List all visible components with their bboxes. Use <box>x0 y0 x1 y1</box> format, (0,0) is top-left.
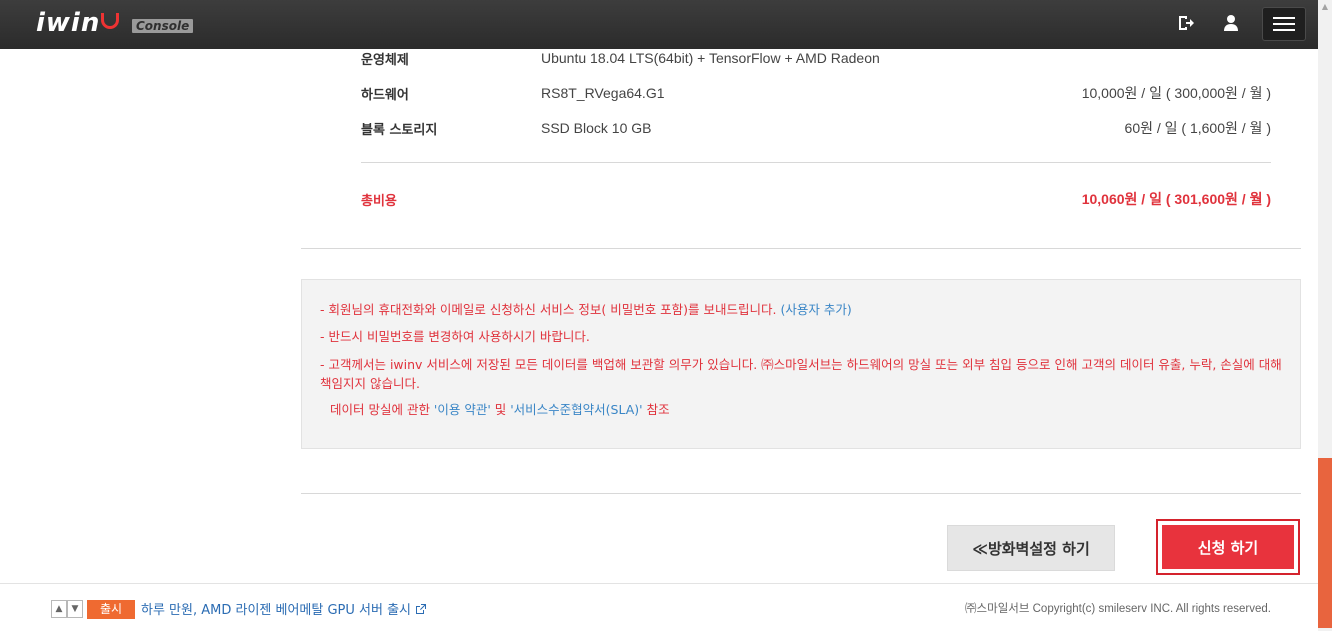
user-icon[interactable] <box>1222 14 1242 34</box>
total-label: 총비용 <box>361 193 397 209</box>
apply-button[interactable]: 신청 하기 <box>1162 525 1294 569</box>
hamburger-menu-icon[interactable] <box>1262 7 1306 41</box>
scroll-up-icon[interactable]: ▲ <box>1318 0 1332 14</box>
sla-link[interactable]: '서비스수준협약서(SLA)' <box>510 402 642 417</box>
logo-text: iwin <box>36 8 101 38</box>
spec-label: 하드웨어 <box>361 87 409 103</box>
spec-label: 운영체제 <box>361 52 409 68</box>
firewall-settings-button[interactable]: ≪방화벽설정 하기 <box>947 525 1115 571</box>
footer: ▲ ▼ 출시 하루 만원, AMD 라이젠 베어메탈 GPU 서버 출시 ㈜스마… <box>0 583 1318 631</box>
section-divider <box>301 248 1301 249</box>
apply-button-highlight: 신청 하기 <box>1156 519 1300 575</box>
logout-icon[interactable] <box>1177 14 1197 34</box>
bottom-divider <box>301 493 1301 494</box>
spec-value: SSD Block 10 GB <box>541 120 652 136</box>
ticker-down-icon[interactable]: ▼ <box>67 600 83 618</box>
notice-line-1: - 회원님의 휴대전화와 이메일로 신청하신 서비스 정보( 비밀번호 포함)를… <box>320 302 852 317</box>
copyright-text: ㈜스마일서브 Copyright(c) smileserv INC. All r… <box>965 603 1271 615</box>
service-notice-box: - 회원님의 휴대전화와 이메일로 신청하신 서비스 정보( 비밀번호 포함)를… <box>301 279 1301 449</box>
spec-price: 60원 / 일 ( 1,600원 / 월 ) <box>1124 120 1271 136</box>
notice-line-4: 데이터 망실에 관한 '이용 약관' 및 '서비스수준협약서(SLA)' 참조 <box>330 401 670 417</box>
spec-divider <box>361 162 1271 163</box>
news-ticker-controls: ▲ ▼ <box>51 600 83 618</box>
spec-value: RS8T_RVega64.G1 <box>541 85 665 101</box>
top-navigation-bar: iwin Console <box>0 0 1318 49</box>
news-link[interactable]: 하루 만원, AMD 라이젠 베어메탈 GPU 서버 출시 <box>141 599 427 618</box>
spec-value: Ubuntu 18.04 LTS(64bit) + TensorFlow + A… <box>541 50 880 66</box>
total-price: 10,060원 / 일 ( 301,600원 / 월 ) <box>1081 191 1271 207</box>
total-cost-row: 총비용 10,060원 / 일 ( 301,600원 / 월 ) <box>361 189 1271 209</box>
ticker-up-icon[interactable]: ▲ <box>51 600 67 618</box>
add-user-link[interactable]: (사용자 추가) <box>780 302 851 317</box>
spec-row-block-storage: 블록 스토리지 SSD Block 10 GB 60원 / 일 ( 1,600원… <box>361 118 1271 138</box>
notice-line-3: - 고객께서는 iwinv 서비스에 저장된 모든 데이터를 백업해 보관할 의… <box>320 356 1282 392</box>
terms-link[interactable]: '이용 약관' <box>434 402 491 417</box>
spec-row-hardware: 하드웨어 RS8T_RVega64.G1 10,000원 / 일 ( 300,0… <box>361 83 1271 103</box>
scroll-accent-bar <box>1318 458 1332 628</box>
logo-smile-icon <box>101 13 120 29</box>
external-link-icon <box>416 603 427 614</box>
spec-row-os: 운영체제 Ubuntu 18.04 LTS(64bit) + TensorFlo… <box>361 48 1271 68</box>
spec-label: 블록 스토리지 <box>361 122 438 138</box>
iwinv-logo[interactable]: iwin <box>36 8 120 38</box>
release-badge: 출시 <box>87 600 135 619</box>
spec-price: 10,000원 / 일 ( 300,000원 / 월 ) <box>1081 85 1271 101</box>
console-badge: Console <box>132 19 194 33</box>
notice-line-2: - 반드시 비밀번호를 변경하여 사용하시기 바랍니다. <box>320 329 590 345</box>
